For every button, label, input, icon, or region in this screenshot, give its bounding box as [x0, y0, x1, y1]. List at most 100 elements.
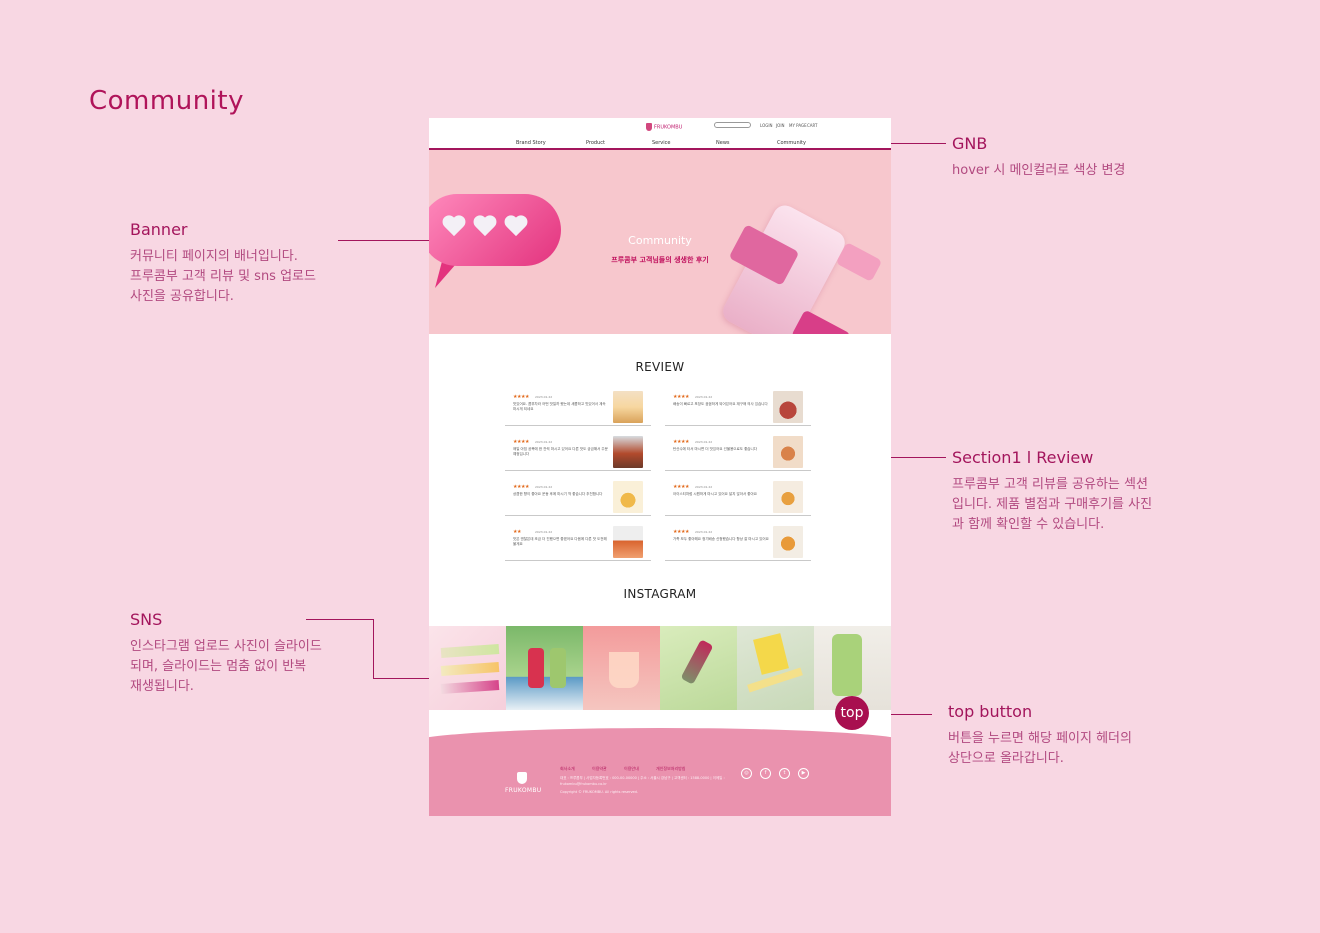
review-photo [773, 436, 803, 468]
page-title: Community [89, 86, 244, 116]
review-card[interactable]: ★★ 2023.01.22 맛은 괜찮은데 조금 더 진했으면 좋겠어요 다음에… [505, 525, 651, 561]
review-photo [773, 526, 803, 558]
review-card[interactable]: ★★★★ 2023.01.22 맛있어요. 콤부차라 어떤 맛일까 했는데 새콤… [505, 390, 651, 426]
nav-service[interactable]: Service [652, 140, 670, 146]
review-card[interactable]: ★★★★ 2023.01.22 배송이 빠르고 포장도 꼼꼼하게 되어있어요 재… [665, 390, 811, 426]
rating-stars: ★★★★ [673, 394, 689, 400]
review-photo [613, 526, 643, 558]
cart-link[interactable]: CART [807, 123, 817, 128]
footer: FRUKOMBU 회사소개 이용약관 이용안내 개인정보처리방침 대표 : 프루… [429, 728, 891, 816]
nav-product[interactable]: Product [586, 140, 605, 146]
product-stick-graphic [440, 679, 500, 695]
review-text: 매일 아침 공복에 한 잔씩 마시고 있어요 다른 맛도 궁금해서 주문 예정입… [513, 447, 608, 456]
search-input[interactable] [714, 122, 751, 128]
page-mockup: FRUKOMBU LOGIN JOIN MY PAGE CART Brand S… [429, 118, 891, 816]
footer-logo-text: FRUKOMBU [505, 787, 542, 794]
top-annotation: top button 버튼을 누르면 해당 페이지 헤더의 상단으로 올라갑니다… [948, 702, 1132, 769]
banner-subtitle: 프루콤부 고객님들의 생생한 후기 [611, 256, 709, 264]
instagram-icon[interactable]: ◎ [741, 768, 752, 779]
review-photo [773, 481, 803, 513]
review-text: 맛있어요. 콤부차라 어떤 맛일까 했는데 새콤하고 맛있어서 계속 마시게 되… [513, 402, 606, 411]
rating-stars: ★★★★ [513, 439, 529, 445]
review-annotation: Section1 l Review 프루콤부 고객 리뷰를 공유하는 섹션 입니… [952, 448, 1152, 535]
review-text: 탄산수에 타서 마시면 더 맛있어요 선물용으로도 좋습니다 [673, 447, 757, 451]
footer-link[interactable]: 이용안내 [624, 766, 639, 771]
review-date: 2023.01.22 [695, 440, 713, 444]
twitter-icon[interactable]: t [779, 768, 790, 779]
rating-stars: ★★★★ [673, 484, 689, 490]
top-annotation-title: top button [948, 702, 1033, 721]
footer-logo[interactable]: FRUKOMBU [505, 772, 541, 794]
review-text: 가족 모두 좋아해요 정기배송 신청했습니다 항상 잘 마시고 있어요 [673, 537, 769, 541]
review-card[interactable]: ★★★★ 2023.01.22 가족 모두 좋아해요 정기배송 신청했습니다 항… [665, 525, 811, 561]
instagram-photo[interactable] [506, 626, 583, 710]
login-link[interactable]: LOGIN [760, 123, 773, 128]
footer-links: 회사소개 이용약관 이용안내 개인정보처리방침 [560, 766, 702, 772]
sns-connector-h1 [306, 619, 374, 620]
gnb-annotation-title: GNB [952, 134, 988, 153]
review-photo [613, 391, 643, 423]
sns-annotation-desc: 인스타그램 업로드 사진이 슬라이드 되며, 슬라이드는 멈춤 없이 반복 재생… [130, 639, 322, 694]
rating-stars: ★★★★ [673, 439, 689, 445]
banner-title: Community [628, 234, 692, 247]
bottle-logo-icon [517, 772, 527, 784]
footer-company-info: 대표 : 프루콤부 | 사업자등록번호 : 000-00-00000 | 주소 … [560, 776, 725, 786]
footer-wave [429, 728, 891, 758]
nav-community[interactable]: Community [777, 140, 806, 146]
sns-annotation-title: SNS [130, 610, 163, 629]
footer-social: ◎ f t ▶ [741, 768, 809, 779]
footer-copyright: Copyright © FRUKOMBU. All rights reserve… [560, 790, 639, 794]
gnb-logo-text: FRUKOMBU [654, 124, 683, 131]
review-text: 배송이 빠르고 포장도 꼼꼼하게 되어있어요 재구매 의사 있습니다 [673, 402, 768, 406]
rating-stars: ★★★★ [513, 484, 529, 490]
review-card[interactable]: ★★★★ 2023.01.22 탄산수에 타서 마시면 더 맛있어요 선물용으로… [665, 435, 811, 471]
review-date: 2023.01.22 [535, 530, 553, 534]
instagram-photo[interactable] [737, 626, 814, 710]
mypage-link[interactable]: MY PAGE [789, 123, 807, 128]
facebook-icon[interactable]: f [760, 768, 771, 779]
review-photo [613, 436, 643, 468]
banner-annotation: Banner 커뮤니티 페이지의 배너입니다. 프루콤부 고객 리뷰 및 sns… [130, 220, 316, 307]
rating-stars: ★★ [513, 529, 521, 535]
banner-annotation-title: Banner [130, 220, 188, 239]
gnb-logo[interactable]: FRUKOMBU [646, 123, 682, 131]
join-link[interactable]: JOIN [776, 123, 785, 128]
rating-stars: ★★★★ [513, 394, 529, 400]
banner-connector [338, 240, 442, 241]
instagram-slider[interactable] [429, 626, 891, 710]
gnb: FRUKOMBU LOGIN JOIN MY PAGE CART Brand S… [429, 118, 891, 150]
youtube-icon[interactable]: ▶ [798, 768, 809, 779]
instagram-photo[interactable] [583, 626, 660, 710]
review-date: 2023.01.22 [535, 440, 553, 444]
bottle-graphic [550, 648, 566, 688]
review-annotation-title: Section1 l Review [952, 448, 1094, 467]
review-text: 상큼한 향이 좋아요 운동 후에 마시기 딱 좋습니다 추천합니다 [513, 492, 603, 496]
rating-stars: ★★★★ [673, 529, 689, 535]
footer-link[interactable]: 개인정보처리방침 [656, 766, 685, 771]
glass-graphic [609, 652, 639, 688]
review-date: 2023.01.22 [535, 485, 553, 489]
review-card[interactable]: ★★★★ 2023.01.22 아이스티처럼 시원하게 마시고 있어요 달지 않… [665, 480, 811, 516]
review-section-title: REVIEW [635, 360, 685, 374]
review-card[interactable]: ★★★★ 2023.01.22 상큼한 향이 좋아요 운동 후에 마시기 딱 좋… [505, 480, 651, 516]
top-annotation-desc: 버튼을 누르면 해당 페이지 헤더의 상단으로 올라갑니다. [948, 731, 1132, 766]
bottle-logo-icon [646, 123, 652, 131]
footer-info: 대표 : 프루콤부 | 사업자등록번호 : 000-00-00000 | 주소 … [560, 775, 730, 795]
review-annotation-desc: 프루콤부 고객 리뷰를 공유하는 섹션 입니다. 제품 별점과 구매후기를 사진… [952, 477, 1153, 532]
footer-link[interactable]: 이용약관 [592, 766, 607, 771]
instagram-photo[interactable] [429, 626, 506, 710]
gnb-annotation: GNB hover 시 메인컬러로 색상 변경 [952, 134, 1125, 181]
product-stick-graphic [440, 643, 500, 659]
bottle-graphic [680, 639, 714, 685]
review-photo [613, 481, 643, 513]
instagram-photo[interactable] [660, 626, 737, 710]
top-button[interactable]: top [835, 696, 869, 730]
footer-link[interactable]: 회사소개 [560, 766, 575, 771]
sns-connector-v [373, 619, 374, 679]
review-date: 2023.01.22 [695, 485, 713, 489]
nav-news[interactable]: News [716, 140, 730, 146]
review-card[interactable]: ★★★★ 2023.01.22 매일 아침 공복에 한 잔씩 마시고 있어요 다… [505, 435, 651, 471]
bottle-graphic [832, 634, 862, 696]
gnb-annotation-desc: hover 시 메인컬러로 색상 변경 [952, 163, 1126, 178]
nav-brand-story[interactable]: Brand Story [516, 140, 546, 146]
